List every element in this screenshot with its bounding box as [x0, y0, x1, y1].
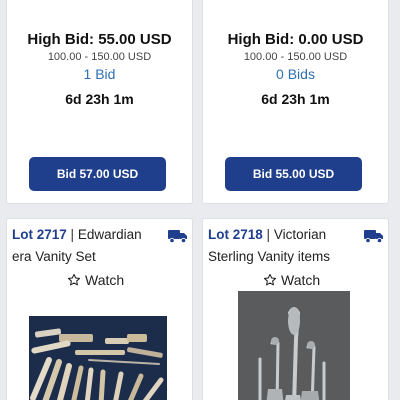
bid-info: High Bid: 0.00 USD 100.00 - 150.00 USD 0… [211, 30, 380, 108]
bid-count-link[interactable]: 1 Bid [15, 65, 184, 83]
sterling-vanity-photo[interactable] [238, 291, 350, 400]
lot-header-2718[interactable]: Lot 2718 | Victorian Sterling Vanity ite… [208, 224, 384, 274]
lot-title[interactable]: Lot 2717 | Edwardian era Vanity Set [12, 224, 188, 268]
bid-button[interactable]: Bid 57.00 USD [29, 157, 166, 191]
time-left: 6d 23h 1m [261, 91, 330, 107]
watch-label[interactable]: Watch [281, 272, 320, 288]
bid-button[interactable]: Bid 55.00 USD [225, 157, 362, 191]
watch-button[interactable]: Watch [263, 271, 320, 289]
lot-title[interactable]: Lot 2718 | Victorian Sterling Vanity ite… [208, 224, 384, 268]
lot-number[interactable]: Lot 2717 [12, 227, 67, 242]
estimate-range: 100.00 - 150.00 USD [47, 51, 152, 63]
watch-label[interactable]: Watch [85, 272, 124, 288]
truck-icon [168, 230, 187, 243]
truck-icon [364, 230, 383, 243]
time-left: 6d 23h 1m [65, 91, 134, 107]
star-outline-icon [67, 273, 81, 286]
lot-card-top-left: High Bid: 55.00 USD 100.00 - 150.00 USD … [6, 0, 193, 204]
high-bid: High Bid: 55.00 USD [27, 31, 172, 48]
bid-count-link[interactable]: 0 Bids [211, 65, 380, 83]
separator: | [266, 227, 274, 242]
lot-header-2717[interactable]: Lot 2717 | Edwardian era Vanity Set [12, 224, 188, 274]
watch-button[interactable]: Watch [67, 271, 124, 289]
star-outline-icon [263, 273, 277, 286]
bid-info: High Bid: 55.00 USD 100.00 - 150.00 USD … [15, 30, 184, 108]
separator: | [70, 227, 78, 242]
sterling-vanity-image [238, 291, 350, 400]
lot-number[interactable]: Lot 2718 [208, 227, 263, 242]
vanity-set-image [29, 316, 167, 400]
lot-card-top-right: High Bid: 0.00 USD 100.00 - 150.00 USD 0… [202, 0, 389, 204]
vanity-set-photo[interactable] [29, 316, 167, 400]
high-bid: High Bid: 0.00 USD [227, 31, 364, 48]
estimate-range: 100.00 - 150.00 USD [243, 51, 348, 63]
